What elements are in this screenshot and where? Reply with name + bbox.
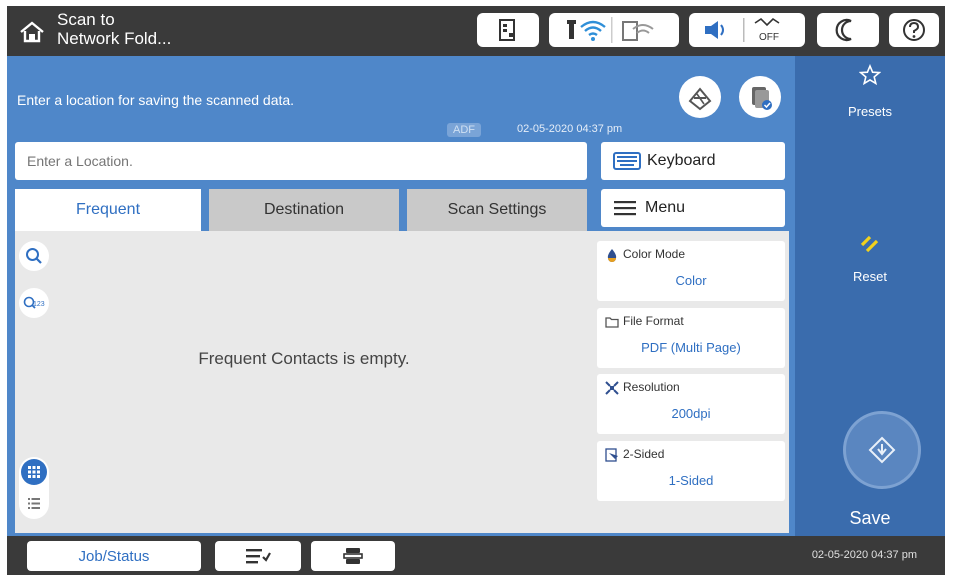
two-sided-icon	[605, 448, 618, 462]
bottom-bar: Job/Status 02-05-2020 04:37 pm	[7, 536, 945, 575]
resolution-icon	[605, 381, 619, 395]
keyboard-label: Keyboard	[647, 152, 716, 169]
adf-badge: ADF	[447, 123, 481, 137]
presets-button[interactable]: Presets	[795, 64, 945, 124]
svg-text:123: 123	[33, 301, 45, 308]
home-icon[interactable]	[19, 20, 45, 44]
setting-color-mode[interactable]: Color Mode Color	[597, 241, 785, 301]
tab-scan-settings-label: Scan Settings	[447, 201, 547, 218]
setting-label: Color Mode	[623, 247, 686, 261]
copy-settings-button[interactable]	[739, 76, 781, 118]
setting-label: Resolution	[623, 380, 680, 394]
wifi-direct-icon	[622, 21, 654, 41]
setting-value: Color	[675, 273, 707, 288]
search-contacts-button[interactable]	[19, 241, 49, 271]
moon-icon	[835, 18, 852, 42]
keyboard-button[interactable]: Keyboard	[601, 142, 785, 180]
datetime-top: 02-05-2020 04:37 pm	[517, 123, 623, 135]
datetime-bottom: 02-05-2020 04:37 pm	[811, 549, 917, 561]
scan-icon-button[interactable]	[679, 76, 721, 118]
wired-lan-icon	[567, 20, 576, 39]
star-icon	[859, 64, 881, 86]
wifi-icon	[580, 20, 606, 41]
svg-text:OFF: OFF	[759, 32, 779, 43]
speaker-icon	[705, 21, 724, 39]
tab-destination[interactable]: Destination	[209, 189, 399, 231]
power-save-off-icon: OFF	[754, 17, 780, 43]
right-sidebar: Presets Reset Save	[795, 56, 945, 536]
color-drop-icon	[607, 249, 617, 262]
memory-status-button[interactable]	[477, 13, 539, 47]
setting-resolution[interactable]: Resolution 200dpi	[597, 374, 785, 434]
tab-frequent[interactable]: Frequent	[15, 189, 201, 231]
top-bar: Scan to Network Fold... OFF	[7, 6, 945, 56]
scan-settings-summary: Color Mode Color File Format PDF (Multi …	[593, 231, 789, 533]
printer-screen: Scan to Network Fold... OFF Enter a loca…	[7, 6, 945, 575]
empty-message: Frequent Contacts is empty.	[198, 349, 410, 368]
title-line1: Scan to	[57, 10, 115, 29]
list-view-button[interactable]	[21, 490, 47, 516]
setting-value: PDF (Multi Page)	[641, 340, 741, 355]
tab-scan-settings[interactable]: Scan Settings	[407, 189, 587, 231]
setting-label: File Format	[623, 314, 684, 328]
setting-value: 1-Sided	[668, 473, 714, 488]
instruction-text: Enter a location for saving the scanned …	[17, 92, 295, 108]
search-icon	[26, 248, 42, 264]
menu-label: Menu	[645, 199, 686, 216]
page-title: Scan to Network Fold...	[57, 10, 317, 48]
menu-button[interactable]: Menu	[601, 189, 785, 227]
setting-label: 2-Sided	[623, 447, 665, 461]
list-icon	[28, 497, 40, 509]
save-button[interactable]	[843, 411, 921, 489]
tab-destination-label: Destination	[263, 201, 345, 218]
folder-icon	[605, 317, 619, 328]
hamburger-menu-icon	[614, 201, 636, 216]
keyboard-icon	[613, 152, 641, 170]
sound-status-button[interactable]: OFF	[689, 13, 805, 47]
frequent-contacts-list: 123 Frequent Contacts is empty.	[15, 231, 593, 533]
view-toggle	[19, 457, 49, 519]
location-input[interactable]	[15, 142, 587, 180]
reset-icon	[860, 235, 879, 253]
copies-icon	[752, 87, 772, 110]
scanner-icon	[688, 87, 712, 111]
network-status-button[interactable]	[549, 13, 679, 47]
title-line2: Network Fold...	[57, 29, 172, 48]
grid-view-button[interactable]	[21, 459, 47, 485]
start-diamond-icon	[868, 436, 896, 464]
sleep-button[interactable]	[817, 13, 879, 47]
jobs-list-button[interactable]	[215, 541, 301, 571]
presets-label: Presets	[847, 104, 893, 119]
grid-icon	[28, 466, 40, 478]
number-search-icon: 123	[23, 296, 45, 309]
reset-label: Reset	[853, 269, 887, 284]
save-label: Save	[849, 508, 891, 528]
help-button[interactable]	[889, 13, 939, 47]
setting-file-format[interactable]: File Format PDF (Multi Page)	[597, 308, 785, 368]
setting-value: 200dpi	[671, 406, 711, 421]
number-search-button[interactable]: 123	[19, 288, 49, 318]
printer-icon	[343, 548, 363, 564]
job-status-button[interactable]: Job/Status	[27, 541, 201, 571]
printer-status-button[interactable]	[311, 541, 395, 571]
reset-button[interactable]: Reset	[795, 232, 945, 292]
document-icon	[499, 19, 515, 41]
setting-2-sided[interactable]: 2-Sided 1-Sided	[597, 441, 785, 501]
help-icon	[903, 19, 925, 41]
job-list-icon	[246, 549, 271, 564]
job-status-label: Job/Status	[78, 547, 150, 565]
main-panel: Enter a location for saving the scanned …	[7, 56, 795, 536]
tab-frequent-label: Frequent	[75, 201, 141, 218]
